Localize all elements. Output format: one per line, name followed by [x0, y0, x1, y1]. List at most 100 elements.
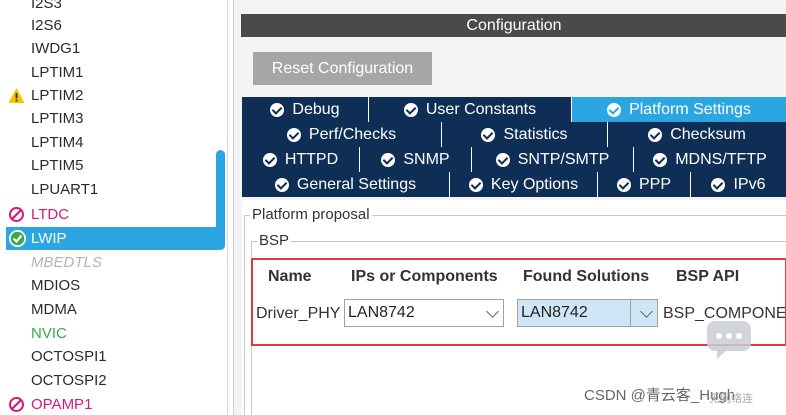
- tab-mdns-tftp[interactable]: MDNS/TFTP: [634, 147, 786, 172]
- fieldset-border: [244, 215, 245, 415]
- panel-top-band: [234, 0, 786, 14]
- list-item[interactable]: IWDG1: [0, 37, 226, 60]
- tab-label: Platform Settings: [629, 100, 751, 118]
- tab-label: Perf/Checks: [308, 125, 397, 143]
- check-icon: [286, 127, 301, 142]
- check-icon: [481, 127, 496, 142]
- tab-label: Checksum: [670, 125, 746, 143]
- check-icon: [468, 177, 483, 192]
- list-item-label: OPAMP1: [31, 396, 93, 413]
- tab-general-settings[interactable]: General Settings: [242, 172, 450, 197]
- list-item[interactable]: I2S3: [0, 0, 226, 15]
- tab-platform-settings[interactable]: Platform Settings: [572, 97, 786, 122]
- scrollbar-thumb[interactable]: [216, 150, 225, 250]
- list-item[interactable]: LPTIM4: [0, 131, 226, 154]
- tab-label: PPP: [638, 175, 671, 193]
- reset-configuration-button[interactable]: Reset Configuration: [253, 52, 432, 85]
- fieldset-border: [251, 241, 786, 242]
- tab-label: Statistics: [503, 125, 568, 143]
- list-item-label: NVIC: [31, 325, 67, 342]
- configuration-panel: Configuration Reset Configuration Debug …: [233, 0, 786, 415]
- tab-row: Debug User Constants Platform Settings: [242, 97, 786, 122]
- list-item[interactable]: LTDC: [0, 203, 226, 226]
- configuration-header: Configuration: [241, 14, 786, 37]
- list-item[interactable]: MDIOS: [0, 274, 226, 297]
- list-item-label: IWDG1: [31, 40, 81, 57]
- found-solutions-select[interactable]: LAN8742: [517, 299, 658, 327]
- tab-perf-checks[interactable]: Perf/Checks: [242, 122, 442, 147]
- tab-label: MDNS/TFTP: [675, 150, 767, 168]
- found-solution-value: LAN8742: [521, 304, 588, 321]
- chevron-down-icon: [640, 305, 653, 318]
- column-header-ips: IPs or Components: [351, 268, 498, 285]
- check-icon: [403, 102, 418, 117]
- list-item[interactable]: LPTIM5: [0, 154, 226, 177]
- tab-key-options[interactable]: Key Options: [450, 172, 598, 197]
- tab-row: Perf/Checks Statistics Checksum: [242, 122, 786, 147]
- list-item[interactable]: MBEDTLS: [0, 251, 226, 274]
- ip-component-select[interactable]: LAN8742: [344, 299, 504, 327]
- bsp-legend: BSP: [257, 232, 292, 249]
- tab-ipv6[interactable]: IPv6: [691, 172, 786, 197]
- check-icon: [381, 152, 396, 167]
- column-header-solutions: Found Solutions: [523, 268, 650, 285]
- tab-label: User Constants: [425, 100, 537, 118]
- list-item-label: LPTIM2: [31, 87, 84, 104]
- check-icon: [262, 152, 277, 167]
- tab-statistics[interactable]: Statistics: [442, 122, 608, 147]
- tab-httpd[interactable]: HTTPD: [242, 147, 360, 172]
- column-header-bsp-api: BSP API: [676, 268, 740, 285]
- list-item-label: MDIOS: [31, 277, 81, 294]
- list-item-label: LWIP: [31, 230, 67, 247]
- list-item-label: I2S6: [31, 17, 62, 34]
- check-icon: [653, 152, 668, 167]
- peripheral-list: I2S3 I2S6 IWDG1 LPTIM1 LPTIM2 LPTIM3 LPT…: [0, 0, 228, 415]
- tab-snmp[interactable]: SNMP: [360, 147, 472, 172]
- list-item-label: LPTIM5: [31, 157, 84, 174]
- tab-user-constants[interactable]: User Constants: [369, 97, 572, 122]
- tab-label: SNMP: [403, 150, 450, 168]
- list-item[interactable]: LPUART1: [0, 178, 226, 201]
- watermark-subtext: 无网络连: [709, 393, 753, 405]
- platform-settings-content: Platform proposal BSP Name IPs or Compon…: [242, 200, 786, 415]
- warning-icon: [8, 88, 25, 103]
- list-item-label: LPTIM4: [31, 134, 84, 151]
- list-item[interactable]: I2S6: [0, 14, 226, 37]
- check-icon: [274, 177, 289, 192]
- list-item[interactable]: LPTIM1: [0, 61, 226, 84]
- tab-label: HTTPD: [284, 150, 339, 168]
- list-item-label: OCTOSPI1: [31, 348, 107, 365]
- driver-name: Driver_PHY: [256, 305, 341, 322]
- list-item[interactable]: LPTIM3: [0, 107, 226, 130]
- list-item[interactable]: OCTOSPI1: [0, 345, 226, 368]
- list-item-label: LPTIM3: [31, 110, 84, 127]
- list-item[interactable]: NVIC: [0, 322, 226, 345]
- chat-bubble-icon: [707, 321, 751, 359]
- blocked-icon: [9, 397, 24, 412]
- tab-debug[interactable]: Debug: [242, 97, 369, 122]
- tab-checksum[interactable]: Checksum: [608, 122, 786, 147]
- list-item-label: I2S3: [31, 0, 62, 12]
- check-icon: [711, 177, 726, 192]
- chevron-down-icon: [486, 305, 499, 318]
- platform-proposal-legend: Platform proposal: [250, 206, 372, 223]
- dropdown-separator: [630, 300, 631, 326]
- tab-ppp[interactable]: PPP: [598, 172, 691, 197]
- list-item[interactable]: OPAMP1: [0, 393, 226, 415]
- check-icon: [495, 152, 510, 167]
- list-item-label: MDMA: [31, 301, 77, 318]
- tab-row: General Settings Key Options PPP IPv6: [242, 172, 786, 197]
- list-item-selected[interactable]: LWIP: [6, 227, 219, 250]
- list-item[interactable]: OCTOSPI2: [0, 369, 226, 392]
- check-circle-icon: [9, 230, 26, 247]
- list-item[interactable]: LPTIM2: [0, 84, 226, 107]
- ip-component-value: LAN8742: [348, 304, 415, 321]
- bsp-table: Name IPs or Components Found Solutions B…: [251, 258, 786, 346]
- check-icon: [616, 177, 631, 192]
- list-item[interactable]: MDMA: [0, 298, 226, 321]
- list-item-label: LTDC: [31, 206, 70, 223]
- tab-sntp-smtp[interactable]: SNTP/SMTP: [472, 147, 634, 172]
- check-icon: [270, 102, 285, 117]
- check-icon: [607, 102, 622, 117]
- list-item-label: MBEDTLS: [31, 254, 102, 271]
